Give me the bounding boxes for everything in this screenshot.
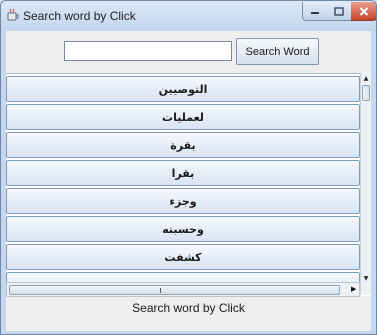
app-window: Search word by Click Search Word التوصيي…: [0, 0, 377, 335]
minimize-button[interactable]: [302, 2, 328, 21]
word-button[interactable]: بقرة: [6, 132, 360, 158]
word-button[interactable]: التوصيين: [6, 76, 360, 102]
word-button[interactable]: بقرا: [6, 160, 360, 186]
scroll-down-icon[interactable]: ▼: [361, 273, 371, 283]
word-button[interactable]: لعمليات: [6, 104, 360, 130]
word-list: التوصيين لعمليات بقرة بقرا وجزء وحسبته ك…: [6, 73, 371, 296]
scroll-up-icon[interactable]: ▲: [361, 73, 371, 83]
title-bar[interactable]: Search word by Click: [1, 1, 376, 31]
close-icon: [359, 6, 368, 16]
search-word-button[interactable]: Search Word: [236, 38, 319, 65]
horizontal-scrollbar[interactable]: ▶: [6, 282, 360, 297]
maximize-icon: [334, 6, 344, 16]
vertical-scrollbar[interactable]: ▲ ▼: [360, 73, 371, 295]
word-button[interactable]: كشفت: [6, 244, 360, 270]
footer-label: Search word by Click: [132, 301, 245, 315]
word-button[interactable]: وحسبته: [6, 216, 360, 242]
window-title: Search word by Click: [23, 9, 136, 23]
maximize-button[interactable]: [327, 2, 352, 21]
vertical-scroll-thumb[interactable]: [362, 85, 370, 101]
scroll-right-icon[interactable]: ▶: [351, 285, 356, 293]
content-pane: Search Word التوصيين لعمليات بقرة بقرا و…: [6, 31, 371, 331]
horizontal-scroll-thumb[interactable]: [9, 285, 340, 295]
word-button[interactable]: وجزء: [6, 188, 360, 214]
minimize-icon: [311, 12, 319, 14]
java-cup-icon: [7, 8, 19, 21]
search-input[interactable]: [64, 41, 232, 61]
close-button[interactable]: [351, 2, 376, 21]
scroll-grip-icon: [160, 288, 161, 293]
